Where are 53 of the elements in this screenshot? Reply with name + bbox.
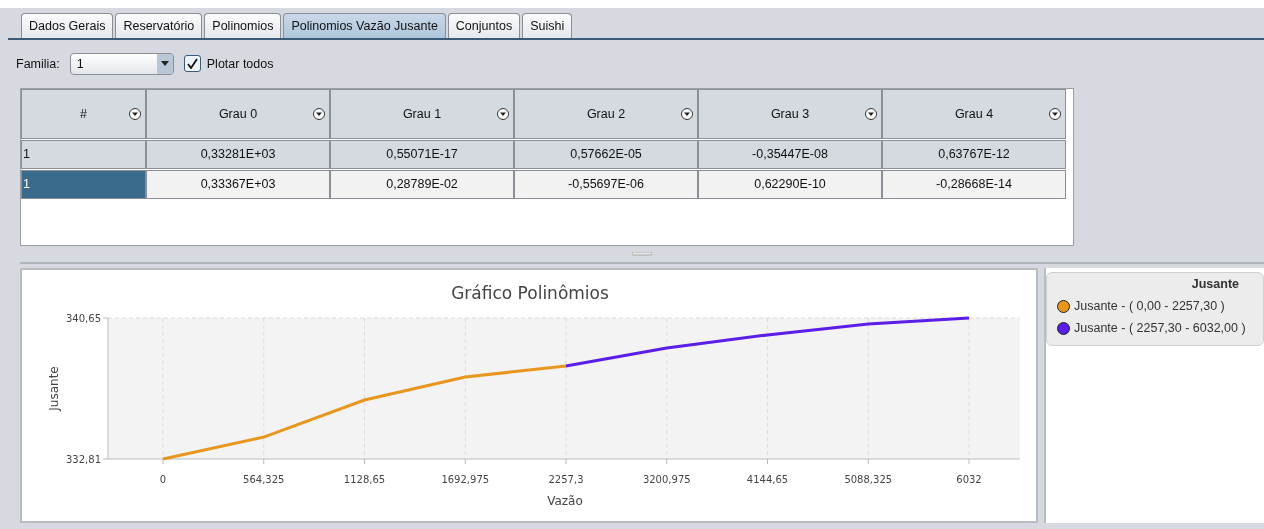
dropdown-icon [129,107,141,120]
table-cell[interactable]: 0,63767E-12 [882,139,1066,169]
x-tick-label: 6032 [956,474,982,485]
tab[interactable]: Suishi [522,13,573,38]
legend-label: Jusante - ( 2257,30 - 6032,00 ) [1074,321,1246,335]
tab[interactable]: Polinomios Vazão Jusante [283,13,446,38]
table-cell[interactable]: 0,62290E-10 [698,169,882,199]
table-cell[interactable]: -0,28668E-14 [882,169,1066,199]
plotar-todos-label: Plotar todos [206,56,274,71]
dropdown-icon [497,107,509,120]
table-cell[interactable]: 0,55071E-17 [330,139,514,169]
tab[interactable]: Polinomios [204,13,282,38]
x-tick-label: 2257,3 [548,474,584,485]
dropdown-icon [865,107,877,120]
tab[interactable]: Dados Gerais [21,13,114,38]
y-tick-label: 340,65 [66,313,101,324]
x-tick-label: 1692,975 [441,474,490,485]
familia-dropdown[interactable]: 1 [69,52,174,75]
table-cell[interactable]: 0,28789E-02 [330,169,514,199]
x-axis-title: Vazão [547,494,583,508]
table-cell[interactable]: 1 [21,139,146,169]
dropdown-icon [1049,107,1061,120]
tab[interactable]: Conjuntos [447,13,521,38]
chart-title: Gráfico Polinômios [451,283,609,303]
table-cell[interactable]: 1 [21,169,146,199]
x-tick-label: 564,325 [243,474,285,485]
table-cell[interactable]: -0,55697E-06 [514,169,698,199]
column-header[interactable]: Grau 3 [698,88,882,139]
x-tick-label: 5088,325 [844,474,893,485]
dropdown-icon [681,107,693,120]
x-tick-label: 3200,975 [642,474,691,485]
column-header[interactable]: Grau 4 [882,88,1066,139]
caret-icon [160,61,169,67]
table-cell[interactable]: -0,35447E-08 [698,139,882,169]
column-header[interactable]: Grau 2 [514,88,698,139]
splitter-handle[interactable] [632,252,652,257]
legend-title: Jusante [1191,277,1240,291]
plotar-todos-checkbox[interactable] [183,55,201,73]
column-header[interactable]: Grau 0 [146,88,330,139]
y-tick-label: 332,81 [66,454,101,465]
dropdown-icon [313,107,325,120]
familia-label: Familia: [16,56,60,71]
column-header[interactable]: # [21,88,146,139]
legend-label: Jusante - ( 0,00 - 2257,30 ) [1074,299,1225,313]
table-cell[interactable]: 0,33367E+03 [146,169,330,199]
x-tick-label: 0 [159,474,167,485]
table-cell[interactable]: 0,57662E-05 [514,139,698,169]
tab[interactable]: Reservatório [115,13,203,38]
y-axis-title: Jusante [47,366,61,411]
x-tick-label: 4144,65 [746,474,789,485]
x-tick-label: 1128,65 [343,474,386,485]
column-header[interactable]: Grau 1 [330,88,514,139]
table-cell[interactable]: 0,33281E+03 [146,139,330,169]
